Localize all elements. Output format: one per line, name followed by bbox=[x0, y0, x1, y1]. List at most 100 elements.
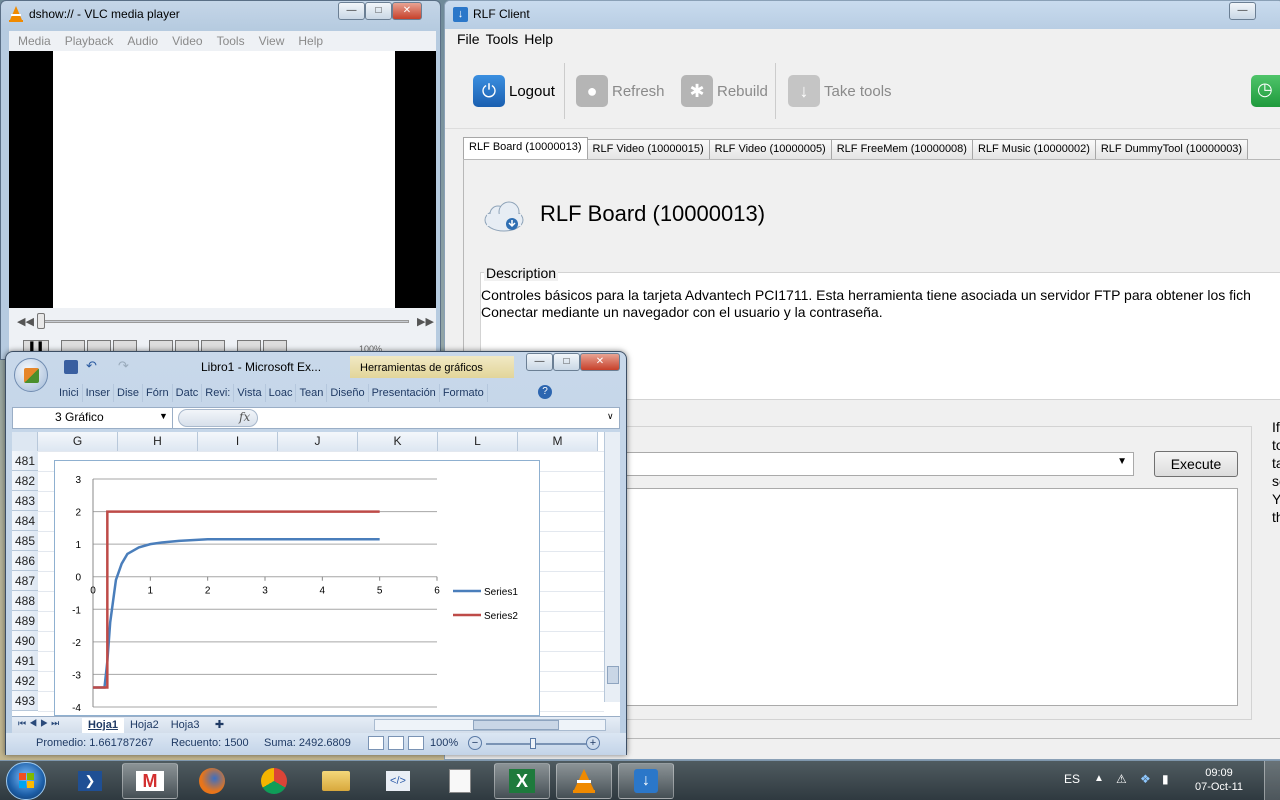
row-header[interactable]: 493 bbox=[12, 691, 38, 711]
scroll-thumb[interactable] bbox=[607, 666, 619, 684]
zoom-level[interactable]: 100% bbox=[430, 737, 458, 749]
new-sheet-icon[interactable]: ✚ bbox=[209, 718, 230, 733]
zoom-handle[interactable] bbox=[530, 738, 536, 749]
name-box[interactable]: 3 Gráfico bbox=[13, 408, 173, 428]
signal-icon[interactable]: ▮ bbox=[1162, 772, 1169, 786]
tab-team[interactable]: Tean bbox=[296, 384, 328, 402]
zoom-slider[interactable] bbox=[486, 743, 586, 745]
menu-video[interactable]: Video bbox=[172, 34, 202, 48]
close-button[interactable]: ✕ bbox=[580, 353, 620, 371]
tab-insertar[interactable]: Inser bbox=[83, 384, 115, 402]
network-error-icon[interactable]: ⚠ bbox=[1116, 772, 1127, 786]
maximize-button[interactable]: □ bbox=[365, 2, 392, 20]
row-header[interactable]: 491 bbox=[12, 651, 38, 671]
take-tools-button[interactable]: ↓ Take tools bbox=[788, 73, 892, 109]
col-header[interactable]: L bbox=[438, 432, 518, 451]
firefox-icon[interactable] bbox=[184, 763, 240, 799]
vlc-window[interactable]: dshow:// - VLC media player — □ ✕ Media P… bbox=[0, 0, 441, 360]
tab-presentacion[interactable]: Presentación bbox=[369, 384, 440, 402]
output-area[interactable] bbox=[624, 488, 1238, 706]
tab-vista[interactable]: Vista bbox=[234, 384, 266, 402]
row-header[interactable]: 492 bbox=[12, 671, 38, 691]
row-header[interactable]: 488 bbox=[12, 591, 38, 611]
xml-icon[interactable]: </> bbox=[370, 763, 426, 799]
menu-audio[interactable]: Audio bbox=[127, 34, 158, 48]
rebuild-button[interactable]: ✱ Rebuild bbox=[681, 73, 768, 109]
page-layout-icon[interactable] bbox=[388, 736, 404, 750]
explorer-icon[interactable] bbox=[308, 763, 364, 799]
col-header[interactable]: M bbox=[518, 432, 598, 451]
language-indicator[interactable]: ES bbox=[1064, 772, 1080, 786]
col-header[interactable]: J bbox=[278, 432, 358, 451]
chevron-down-icon[interactable]: ▼ bbox=[159, 411, 168, 421]
dropbox-icon[interactable]: ❖ bbox=[1140, 772, 1151, 786]
menu-help[interactable]: Help bbox=[524, 31, 553, 47]
help-icon[interactable]: ? bbox=[538, 385, 552, 399]
chart-object[interactable]: 3 2 1 0 -1 -2 -3 -4 0 1 2 3 4 5 6 Series1 Series2 bbox=[54, 460, 540, 716]
tab-load[interactable]: Loac bbox=[266, 384, 297, 402]
vlc-titlebar[interactable]: dshow:// - VLC media player — □ ✕ bbox=[1, 1, 440, 29]
rlf-titlebar[interactable]: ↓ RLF Client — bbox=[445, 1, 1280, 29]
seek-back-icon[interactable]: ◀◀ bbox=[17, 315, 34, 328]
sheet-tab-hoja2[interactable]: Hoja2 bbox=[124, 718, 165, 733]
maximize-button[interactable]: □ bbox=[553, 353, 580, 371]
tab-formato[interactable]: Formato bbox=[440, 384, 488, 402]
menu-playback[interactable]: Playback bbox=[65, 34, 114, 48]
col-header[interactable]: H bbox=[118, 432, 198, 451]
menu-media[interactable]: Media bbox=[18, 34, 51, 48]
clock-icon[interactable]: ◷ bbox=[1251, 75, 1280, 107]
select-all-corner[interactable] bbox=[12, 432, 38, 451]
clock[interactable]: 09:09 07-Oct-11 bbox=[1194, 766, 1244, 794]
row-header[interactable]: 481 bbox=[12, 451, 38, 471]
col-header[interactable]: I bbox=[198, 432, 278, 451]
row-header[interactable]: 487 bbox=[12, 571, 38, 591]
minimize-button[interactable]: — bbox=[526, 353, 553, 371]
zoom-in-icon[interactable]: + bbox=[586, 736, 600, 750]
tab-diseno[interactable]: Diseño bbox=[327, 384, 369, 402]
col-header[interactable]: K bbox=[358, 432, 438, 451]
minimize-button[interactable]: — bbox=[338, 2, 365, 20]
save-icon[interactable] bbox=[64, 360, 78, 374]
close-button[interactable]: ✕ bbox=[392, 2, 422, 20]
sheet-tab-hoja3[interactable]: Hoja3 bbox=[165, 718, 206, 733]
start-button[interactable] bbox=[6, 762, 46, 800]
row-header[interactable]: 484 bbox=[12, 511, 38, 531]
row-header[interactable]: 482 bbox=[12, 471, 38, 491]
office-button[interactable] bbox=[14, 358, 48, 392]
vlc-icon[interactable] bbox=[556, 763, 612, 799]
fx-icon[interactable]: fx bbox=[239, 410, 250, 424]
command-select[interactable]: ▼ bbox=[624, 452, 1134, 476]
show-desktop-button[interactable] bbox=[1264, 761, 1280, 800]
excel-icon[interactable]: X bbox=[494, 763, 550, 799]
show-hidden-icons-icon[interactable]: ▲ bbox=[1094, 773, 1104, 784]
seek-slider[interactable] bbox=[39, 320, 409, 323]
tab-rlf-music[interactable]: RLF Music (10000002) bbox=[971, 139, 1096, 159]
gmail-icon[interactable]: M bbox=[122, 763, 178, 799]
vertical-scrollbar[interactable] bbox=[604, 432, 620, 702]
expand-formula-icon[interactable]: ∨ bbox=[607, 411, 614, 422]
excel-window[interactable]: ↶ ↷ Libro1 - Microsoft Ex... Herramienta… bbox=[5, 351, 627, 755]
tab-inicio[interactable]: Inici bbox=[56, 384, 83, 402]
scroll-thumb[interactable] bbox=[473, 720, 559, 730]
notepad-icon[interactable] bbox=[432, 763, 488, 799]
powershell-icon[interactable]: ❯ bbox=[62, 763, 118, 799]
tab-rlf-video-05[interactable]: RLF Video (10000005) bbox=[708, 139, 832, 159]
tab-diseno-pagina[interactable]: Dise bbox=[114, 384, 144, 402]
tab-formulas[interactable]: Fórn bbox=[143, 384, 173, 402]
menu-help[interactable]: Help bbox=[298, 34, 323, 48]
sheet-grid[interactable]: G H I J K L M 481 482 483 484 485 486 487 488 48… bbox=[12, 432, 620, 716]
minimize-button[interactable]: — bbox=[1229, 2, 1256, 20]
page-break-icon[interactable] bbox=[408, 736, 424, 750]
zoom-out-icon[interactable]: − bbox=[468, 736, 482, 750]
logout-button[interactable]: ⏻ Logout bbox=[473, 73, 555, 109]
tab-revisar[interactable]: Revi: bbox=[202, 384, 235, 402]
redo-icon[interactable]: ↷ bbox=[118, 358, 129, 374]
video-area[interactable] bbox=[9, 51, 436, 308]
row-header[interactable]: 490 bbox=[12, 631, 38, 651]
sheet-nav-icon[interactable]: ⏮◀▶⏭ bbox=[18, 718, 62, 729]
menu-file[interactable]: File bbox=[457, 31, 480, 47]
menu-tools[interactable]: Tools bbox=[486, 31, 519, 47]
menu-tools[interactable]: Tools bbox=[217, 34, 245, 48]
row-header[interactable]: 483 bbox=[12, 491, 38, 511]
execute-button[interactable]: Execute bbox=[1154, 451, 1238, 477]
